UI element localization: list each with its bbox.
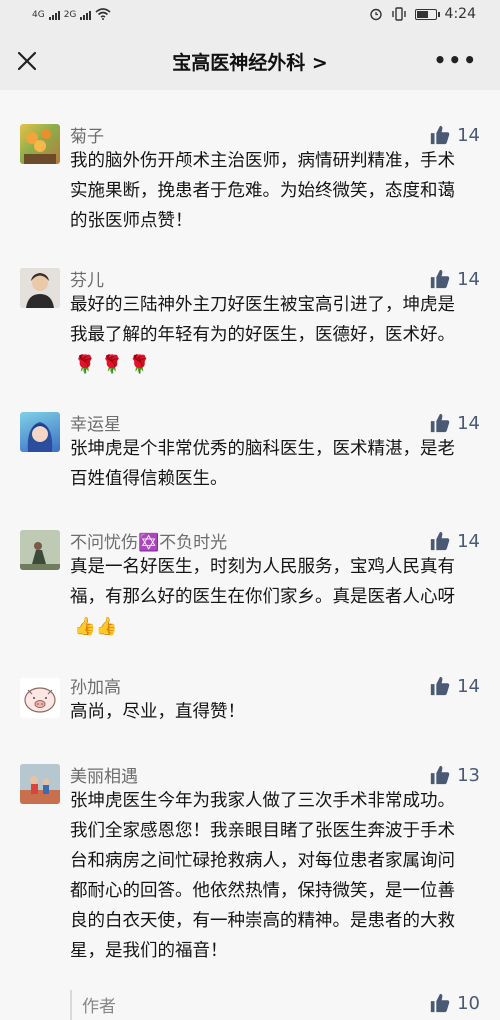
comment-text: 高尚，尽业，直得赞！ [70, 697, 470, 727]
status-right: 4:24 [369, 6, 476, 22]
thumbs-up-icon [430, 269, 450, 289]
like-button[interactable]: 14 [429, 675, 480, 697]
comment-body: 我的脑外伤开颅术主治医师，病情研判精准，手术实施果断，挽患者于危难。为始终微笑，… [70, 151, 455, 231]
vibrate-icon [391, 7, 406, 21]
commenter-name: 菊子 [70, 127, 104, 147]
like-count: 14 [457, 530, 480, 552]
avatar[interactable] [20, 268, 60, 308]
avatar[interactable] [20, 678, 60, 718]
commenter-name: 芬儿 [70, 271, 104, 291]
commenter-name: 不问忧伤✡️不负时光 [70, 533, 228, 553]
like-button[interactable]: 10 [429, 992, 480, 1014]
network-label-1: 4G [32, 10, 45, 20]
avatar[interactable] [20, 764, 60, 804]
rose-emoji: 🌹 🌹 🌹 [74, 355, 151, 375]
like-count: 14 [457, 412, 480, 434]
comment-body: 真是一名好医生，时刻为人民服务，宝鸡人民真有福，有那么好的医生在你们家乡。真是医… [70, 557, 455, 607]
like-count: 14 [457, 268, 480, 290]
thumbs-up-emoji: 👍👍 [74, 617, 118, 637]
network-indicators: 4G 2G [32, 8, 111, 20]
commenter-name: 美丽相遇 [70, 767, 138, 787]
comment-text: 我的脑外伤开颅术主治医师，病情研判精准，手术实施果断，挽患者于危难。为始终微笑，… [70, 146, 470, 236]
more-menu-button[interactable]: ••• [434, 48, 478, 72]
thumbs-up-icon [430, 676, 450, 696]
thumbs-up-icon [430, 993, 450, 1013]
comment-body: 张坤虎是个非常优秀的脑科医生，医术精湛，是老百姓值得信赖医生。 [70, 439, 455, 489]
status-time: 4:24 [444, 6, 476, 22]
nav-bar: 宝高医神经外科 > ••• [0, 32, 500, 90]
comment-text: 张坤虎医生今年为我家人做了三次手术非常成功。我们全家感恩您！我亲眼目睹了张医生奔… [70, 786, 470, 966]
status-bar: 4G 2G 4:24 [0, 0, 500, 32]
like-button[interactable]: 14 [429, 412, 480, 434]
comment-list: 菊子 14 我的脑外伤开颅术主治医师，病情研判精准，手术实施果断，挽患者于危难。… [0, 90, 500, 1020]
like-button[interactable]: 14 [429, 124, 480, 146]
thumbs-up-icon [430, 531, 450, 551]
like-count: 14 [457, 124, 480, 146]
like-button[interactable]: 14 [429, 268, 480, 290]
alarm-icon [369, 8, 382, 21]
comment-text: 真是一名好医生，时刻为人民服务，宝鸡人民真有福，有那么好的医生在你们家乡。真是医… [70, 552, 470, 642]
page-title[interactable]: 宝高医神经外科 > [0, 48, 500, 75]
network-label-2: 2G [63, 10, 77, 20]
comment-text: 张坤虎是个非常优秀的脑科医生，医术精湛，是老百姓值得信赖医生。 [70, 434, 470, 494]
like-button[interactable]: 14 [429, 530, 480, 552]
thumbs-up-icon [430, 125, 450, 145]
signal-icon [48, 8, 60, 20]
like-count: 14 [457, 675, 480, 697]
comment-body: 张坤虎医生今年为我家人做了三次手术非常成功。我们全家感恩您！我亲眼目睹了张医生奔… [70, 791, 455, 961]
signal-icon [80, 8, 92, 20]
comment-body: 高尚，尽业，直得赞！ [70, 702, 245, 722]
commenter-name: 幸运星 [70, 415, 121, 435]
thumbs-up-icon [430, 413, 450, 433]
like-count: 13 [457, 764, 480, 786]
commenter-name: 孙加高 [70, 678, 121, 698]
battery-icon [414, 8, 440, 20]
avatar[interactable] [20, 530, 60, 570]
like-button[interactable]: 13 [429, 764, 480, 786]
author-name: 作者 [82, 997, 116, 1017]
thumbs-up-icon [430, 765, 450, 785]
avatar[interactable] [20, 124, 60, 164]
author-reply: 作者 10 [70, 990, 500, 1020]
like-count: 10 [457, 992, 480, 1014]
comment-body: 最好的三陆神外主刀好医生被宝高引进了，坤虎是我最了解的年轻有为的好医生，医德好，… [70, 295, 455, 345]
comment-text: 最好的三陆神外主刀好医生被宝高引进了，坤虎是我最了解的年轻有为的好医生，医德好，… [70, 290, 470, 380]
wifi-icon [95, 8, 111, 20]
avatar[interactable] [20, 412, 60, 452]
